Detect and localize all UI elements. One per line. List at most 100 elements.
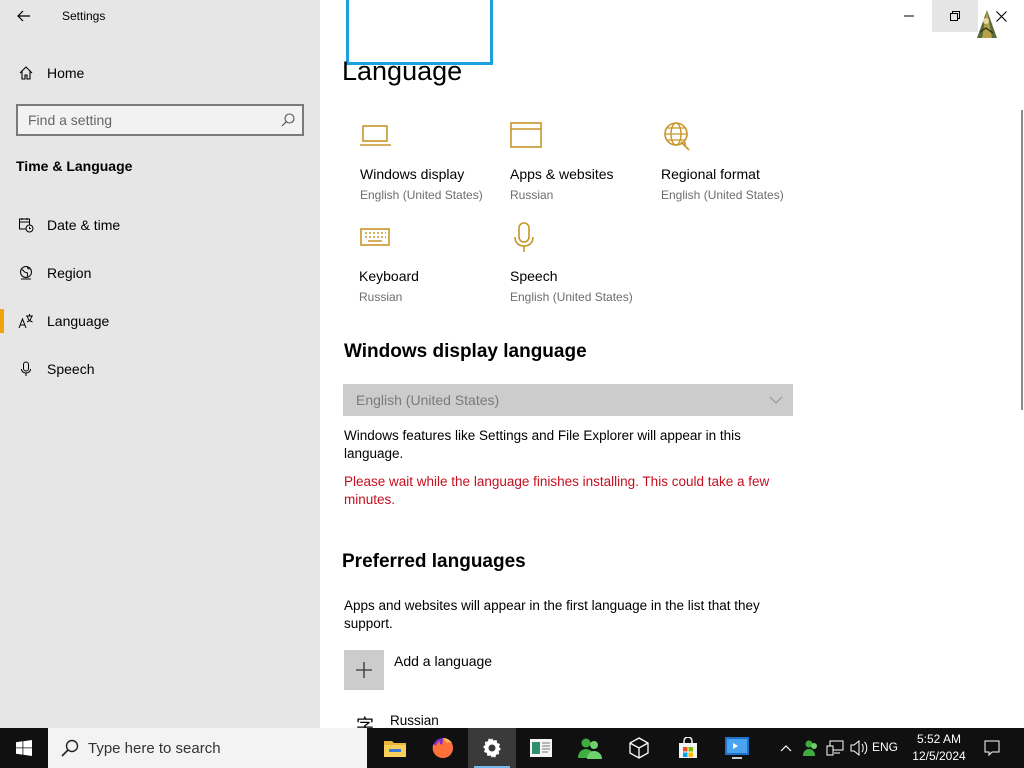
taskbar-remote-desktop[interactable]	[713, 728, 761, 768]
taskbar-3d-app[interactable]	[615, 728, 663, 768]
taskbar-search-placeholder: Type here to search	[88, 740, 221, 757]
notification-icon	[984, 740, 1000, 756]
sidebar-item-label: Language	[47, 313, 110, 329]
tray-people-app[interactable]	[800, 728, 822, 768]
tile-keyboard[interactable]: Keyboard Russian	[359, 222, 509, 312]
add-language-button[interactable]: Add a language	[344, 650, 644, 690]
settings-gear-icon	[483, 738, 501, 758]
settings-sidebar: Settings Home Time & Language Date & tim…	[0, 0, 320, 728]
action-center-button[interactable]	[980, 728, 1004, 768]
tile-name: Keyboard	[359, 268, 419, 284]
home-icon	[17, 64, 35, 82]
install-warning-text: Please wait while the language finishes …	[344, 474, 770, 507]
tray-network[interactable]	[824, 728, 846, 768]
tile-name: Windows display	[360, 166, 465, 182]
preferred-languages-heading: Preferred languages	[342, 551, 526, 572]
search-icon[interactable]	[280, 112, 296, 128]
add-plus-box	[344, 650, 384, 690]
remote-desktop-icon	[725, 737, 749, 759]
restore-icon	[950, 11, 960, 21]
scrollbar[interactable]	[1021, 110, 1023, 410]
sidebar-item-region[interactable]: Region	[0, 255, 320, 291]
windows-logo-icon	[16, 740, 32, 756]
taskbar-people-app[interactable]	[566, 728, 614, 768]
title-bar: Settings	[0, 0, 320, 32]
plus-icon	[356, 662, 372, 678]
show-hidden-icons-button[interactable]	[776, 728, 796, 768]
people-tray-icon	[803, 740, 817, 756]
sidebar-item-speech[interactable]: Speech	[0, 351, 320, 387]
3d-box-icon	[629, 737, 649, 759]
globe-icon	[17, 264, 35, 282]
sidebar-item-language[interactable]: Language	[0, 303, 320, 339]
tile-subtitle: Russian	[359, 290, 403, 304]
tile-name: Apps & websites	[510, 166, 614, 182]
sidebar-item-date-time[interactable]: Date & time	[0, 207, 320, 243]
page-title: Language	[342, 56, 463, 86]
tile-subtitle: English (United States)	[661, 188, 784, 202]
tile-apps-websites[interactable]: Apps & websites Russian	[510, 120, 660, 210]
language-name: Russian	[390, 713, 439, 728]
file-explorer-icon	[384, 741, 406, 757]
tile-windows-display[interactable]: Windows display English (United States)	[360, 120, 510, 210]
clock[interactable]: 5:52 AM 12/5/2024	[908, 731, 970, 765]
sidebar-item-label: Date & time	[47, 217, 121, 233]
display-language-description: Windows features like Settings and File …	[344, 428, 741, 461]
language-page: Language Windows display English (United…	[320, 0, 1024, 728]
language-glyph-icon: 字	[356, 716, 374, 728]
nav-home[interactable]: Home	[0, 58, 320, 88]
overlay-app-icon[interactable]	[974, 8, 1000, 40]
input-language-indicator[interactable]: ENG	[872, 740, 898, 754]
dropdown-selected-value: English (United States)	[356, 392, 500, 408]
microphone-icon	[17, 360, 35, 378]
display-language-heading: Windows display language	[344, 341, 587, 362]
tile-speech[interactable]: Speech English (United States)	[510, 222, 660, 312]
tile-name: Regional format	[661, 166, 760, 182]
keyboard-icon	[360, 228, 390, 246]
taskbar-document-app[interactable]	[517, 728, 565, 768]
speaker-icon	[850, 740, 868, 756]
calendar-clock-icon	[17, 216, 35, 234]
tile-subtitle: English (United States)	[360, 188, 483, 202]
taskbar-firefox[interactable]	[419, 728, 467, 768]
tile-name: Speech	[510, 268, 558, 284]
taskbar-file-explorer[interactable]	[371, 728, 419, 768]
people-app-icon	[578, 738, 602, 759]
tile-subtitle: Russian	[510, 188, 554, 202]
find-setting-input[interactable]	[18, 106, 272, 134]
monitor-icon	[360, 125, 391, 146]
sidebar-item-label: Region	[47, 265, 92, 281]
nav-home-label: Home	[47, 65, 85, 81]
window-controls	[886, 0, 1024, 32]
minimize-icon	[904, 15, 914, 17]
back-button[interactable]	[10, 4, 38, 28]
microphone-icon	[514, 222, 534, 252]
taskbar-search-box[interactable]: Type here to search	[48, 728, 367, 768]
taskbar-settings[interactable]	[468, 728, 516, 768]
preferred-languages-description: Apps and websites will appear in the fir…	[344, 598, 760, 631]
find-setting-search[interactable]	[16, 104, 304, 136]
tile-regional-format[interactable]: Regional format English (United States)	[661, 120, 811, 210]
network-icon	[826, 740, 844, 756]
search-icon	[61, 739, 79, 757]
app-title: Settings	[62, 9, 106, 23]
chevron-up-icon	[780, 745, 792, 752]
tile-subtitle: English (United States)	[510, 290, 633, 304]
globe-format-icon	[664, 122, 690, 151]
minimize-button[interactable]	[886, 0, 932, 32]
back-arrow-icon	[17, 10, 30, 22]
store-icon	[679, 737, 697, 758]
taskbar-store[interactable]	[664, 728, 712, 768]
language-icon	[17, 312, 35, 330]
tray-volume[interactable]	[848, 728, 870, 768]
restore-button[interactable]	[932, 0, 978, 32]
display-language-dropdown[interactable]: English (United States)	[343, 384, 793, 416]
preferred-language-item[interactable]: 字 Russian	[356, 712, 556, 728]
start-button[interactable]	[0, 728, 48, 768]
firefox-icon	[432, 738, 453, 759]
clock-date: 12/5/2024	[912, 749, 966, 763]
section-title: Time & Language	[16, 158, 133, 174]
taskbar: Type here to search ENG 5:52 AM 12/5/202…	[0, 728, 1024, 768]
clock-time: 5:52 AM	[916, 732, 962, 746]
chevron-down-icon	[769, 396, 783, 404]
